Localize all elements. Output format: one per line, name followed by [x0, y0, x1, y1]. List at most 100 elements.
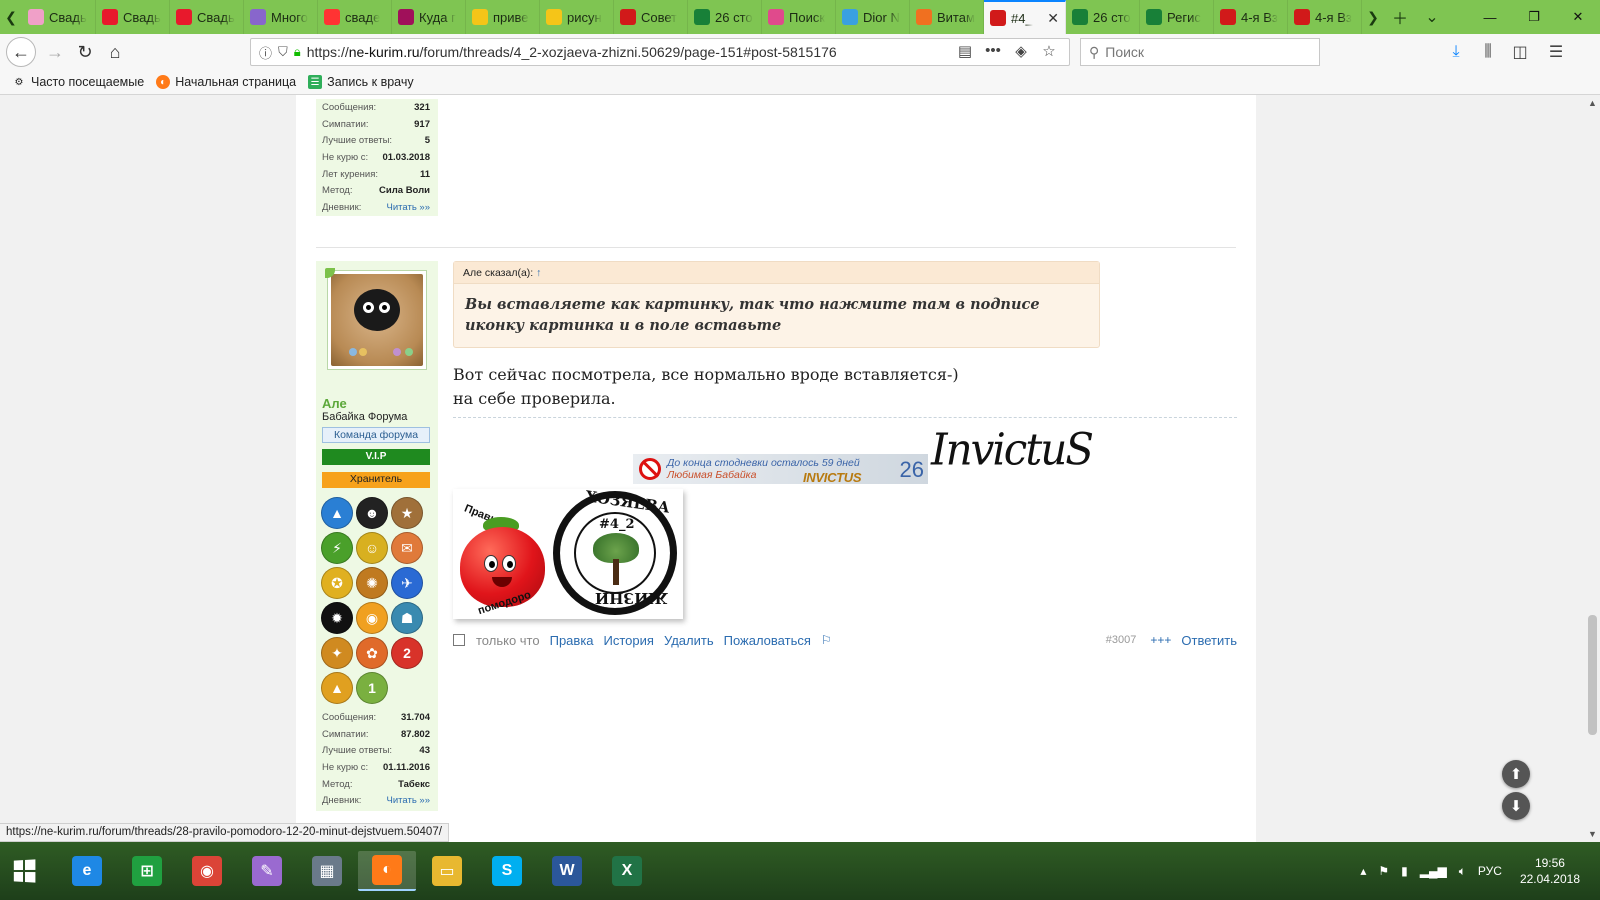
reload-button[interactable]: ↻ [70, 37, 100, 67]
sidebar-icon[interactable]: ◫ [1504, 38, 1536, 66]
tab-scroll-left-button[interactable]: ❮ [0, 0, 22, 34]
library-icon[interactable]: ⫼ [1472, 38, 1504, 66]
info-icon[interactable]: ⓘ [259, 43, 272, 62]
medal-icon[interactable]: ✿ [356, 637, 388, 669]
clock[interactable]: 19:56 22.04.2018 [1520, 855, 1580, 887]
tab[interactable]: Свадь [96, 0, 170, 34]
medal-icon[interactable]: ☻ [356, 497, 388, 529]
scroll-up-arrow-icon[interactable]: ▲ [1585, 98, 1600, 108]
quote-jump-arrow-icon[interactable]: ↑ [536, 267, 541, 279]
scroll-down-icon[interactable]: ⬇ [1502, 792, 1530, 820]
pomodoro-tomato-image[interactable] [460, 527, 545, 607]
search-input[interactable]: ⚲ Поиск [1080, 38, 1320, 66]
tab[interactable]: Dior N [836, 0, 910, 34]
medal-icon[interactable]: ✦ [321, 637, 353, 669]
medal-icon[interactable]: 1 [356, 672, 388, 704]
tab[interactable]: рисун [540, 0, 614, 34]
tab[interactable]: сваде [318, 0, 392, 34]
bookmark-icon[interactable]: ⚐ [821, 633, 832, 647]
close-window-button[interactable]: ✕ [1556, 9, 1600, 25]
reply-link[interactable]: Ответить [1181, 633, 1237, 648]
show-hidden-icons-icon[interactable]: ▴ [1360, 864, 1366, 878]
taskbar-store-button[interactable]: ⊞ [118, 851, 176, 891]
tab-active[interactable]: #4_ ✕ [984, 0, 1066, 34]
medal-icon[interactable]: ★ [391, 497, 423, 529]
page-actions-icon[interactable]: ••• [979, 42, 1007, 60]
scrollbar-thumb[interactable] [1588, 615, 1597, 735]
close-tab-icon[interactable]: ✕ [1047, 10, 1059, 27]
tab-list-dropdown-icon[interactable]: ⌄ [1416, 7, 1448, 27]
taskbar-paint-button[interactable]: ✎ [238, 851, 296, 891]
tab[interactable]: 26 сто [688, 0, 762, 34]
medal-icon[interactable]: ▲ [321, 497, 353, 529]
tab[interactable]: приве [466, 0, 540, 34]
taskbar-ie-button[interactable]: e [58, 851, 116, 891]
tab[interactable]: Свадь [170, 0, 244, 34]
flag-icon[interactable]: ⚑ [1378, 864, 1389, 878]
avatar[interactable] [327, 270, 427, 370]
scroll-down-arrow-icon[interactable]: ▼ [1585, 829, 1600, 839]
network-icon[interactable]: ▂▄▆ [1420, 864, 1447, 878]
tracking-shield-icon[interactable]: ⛉ [278, 44, 288, 60]
post-number[interactable]: #3007 [1106, 634, 1137, 646]
medal-icon[interactable]: ✺ [356, 567, 388, 599]
tab[interactable]: Совет [614, 0, 688, 34]
back-button[interactable]: ← [6, 37, 36, 67]
medal-icon[interactable]: ▲ [321, 672, 353, 704]
tab-scroll-right-button[interactable]: ❯ [1362, 0, 1384, 34]
bookmark-start-page[interactable]: ◐ Начальная страница [156, 75, 296, 89]
input-language[interactable]: РУС [1478, 864, 1502, 878]
battery-icon[interactable]: ▮ [1401, 864, 1408, 878]
tab[interactable]: 4-я Вз [1214, 0, 1288, 34]
tab[interactable]: Много [244, 0, 318, 34]
tab[interactable]: Регис [1140, 0, 1214, 34]
medal-icon[interactable]: 2 [391, 637, 423, 669]
taskbar-explorer-button[interactable]: ▭ [418, 851, 476, 891]
taskbar-skype-button[interactable]: S [478, 851, 536, 891]
menu-icon[interactable]: ☰ [1540, 38, 1572, 66]
scroll-up-icon[interactable]: ⬆ [1502, 760, 1530, 788]
taskbar-chrome-button[interactable]: ◉ [178, 851, 236, 891]
restore-button[interactable]: ❐ [1512, 9, 1556, 25]
tab[interactable]: Поиск [762, 0, 836, 34]
reader-view-icon[interactable]: ▤ [951, 42, 979, 60]
taskbar-word-button[interactable]: W [538, 851, 596, 891]
invictus-logo[interactable]: InvictuS [931, 424, 1094, 475]
start-button[interactable] [0, 850, 48, 892]
tab[interactable]: Свадь [22, 0, 96, 34]
medal-icon[interactable]: ◉ [356, 602, 388, 634]
new-tab-button[interactable]: ＋ [1384, 5, 1416, 29]
medal-icon[interactable]: ✪ [321, 567, 353, 599]
countdown-banner[interactable]: До конца стодневки осталось 59 дней Люби… [633, 454, 928, 485]
more-link[interactable]: +++ [1150, 633, 1171, 647]
medal-icon[interactable]: ⚡ [321, 532, 353, 564]
diary-link[interactable]: Читать »» [387, 795, 430, 806]
bookmark-star-icon[interactable]: ☆ [1035, 42, 1063, 60]
select-post-checkbox[interactable] [453, 634, 465, 646]
medal-icon[interactable]: ☺ [356, 532, 388, 564]
taskbar-calculator-button[interactable]: ▦ [298, 851, 356, 891]
username[interactable]: Але [322, 396, 347, 411]
page-scrollbar[interactable]: ▲ ▼ [1585, 95, 1600, 842]
forward-button[interactable]: → [40, 37, 70, 67]
history-link[interactable]: История [604, 633, 654, 648]
minimize-button[interactable]: — [1468, 10, 1512, 25]
tab[interactable]: Куда г [392, 0, 466, 34]
bookmark-doctor-appointment[interactable]: ☰ Запись к врачу [308, 75, 414, 89]
home-button[interactable]: ⌂ [100, 37, 130, 67]
taskbar-firefox-button[interactable]: ◐ [358, 851, 416, 891]
medal-icon[interactable]: ✈ [391, 567, 423, 599]
downloads-icon[interactable]: ⤓ [1440, 38, 1472, 66]
address-bar[interactable]: ⓘ ⛉ 🔒︎ https://ne-kurim.ru/forum/threads… [250, 38, 1070, 66]
tab[interactable]: 26 сто [1066, 0, 1140, 34]
pocket-icon[interactable]: ◈ [1007, 42, 1035, 60]
tab[interactable]: Витам [910, 0, 984, 34]
taskbar-excel-button[interactable]: X [598, 851, 656, 891]
medal-icon[interactable]: ☗ [391, 602, 423, 634]
report-link[interactable]: Пожаловаться [724, 633, 811, 648]
post-time[interactable]: только что [476, 633, 540, 648]
volume-icon[interactable]: 🔈︎ [1459, 864, 1466, 879]
tab[interactable]: 4-я Вз [1288, 0, 1362, 34]
diary-link[interactable]: Читать »» [387, 202, 430, 213]
delete-link[interactable]: Удалить [664, 633, 714, 648]
